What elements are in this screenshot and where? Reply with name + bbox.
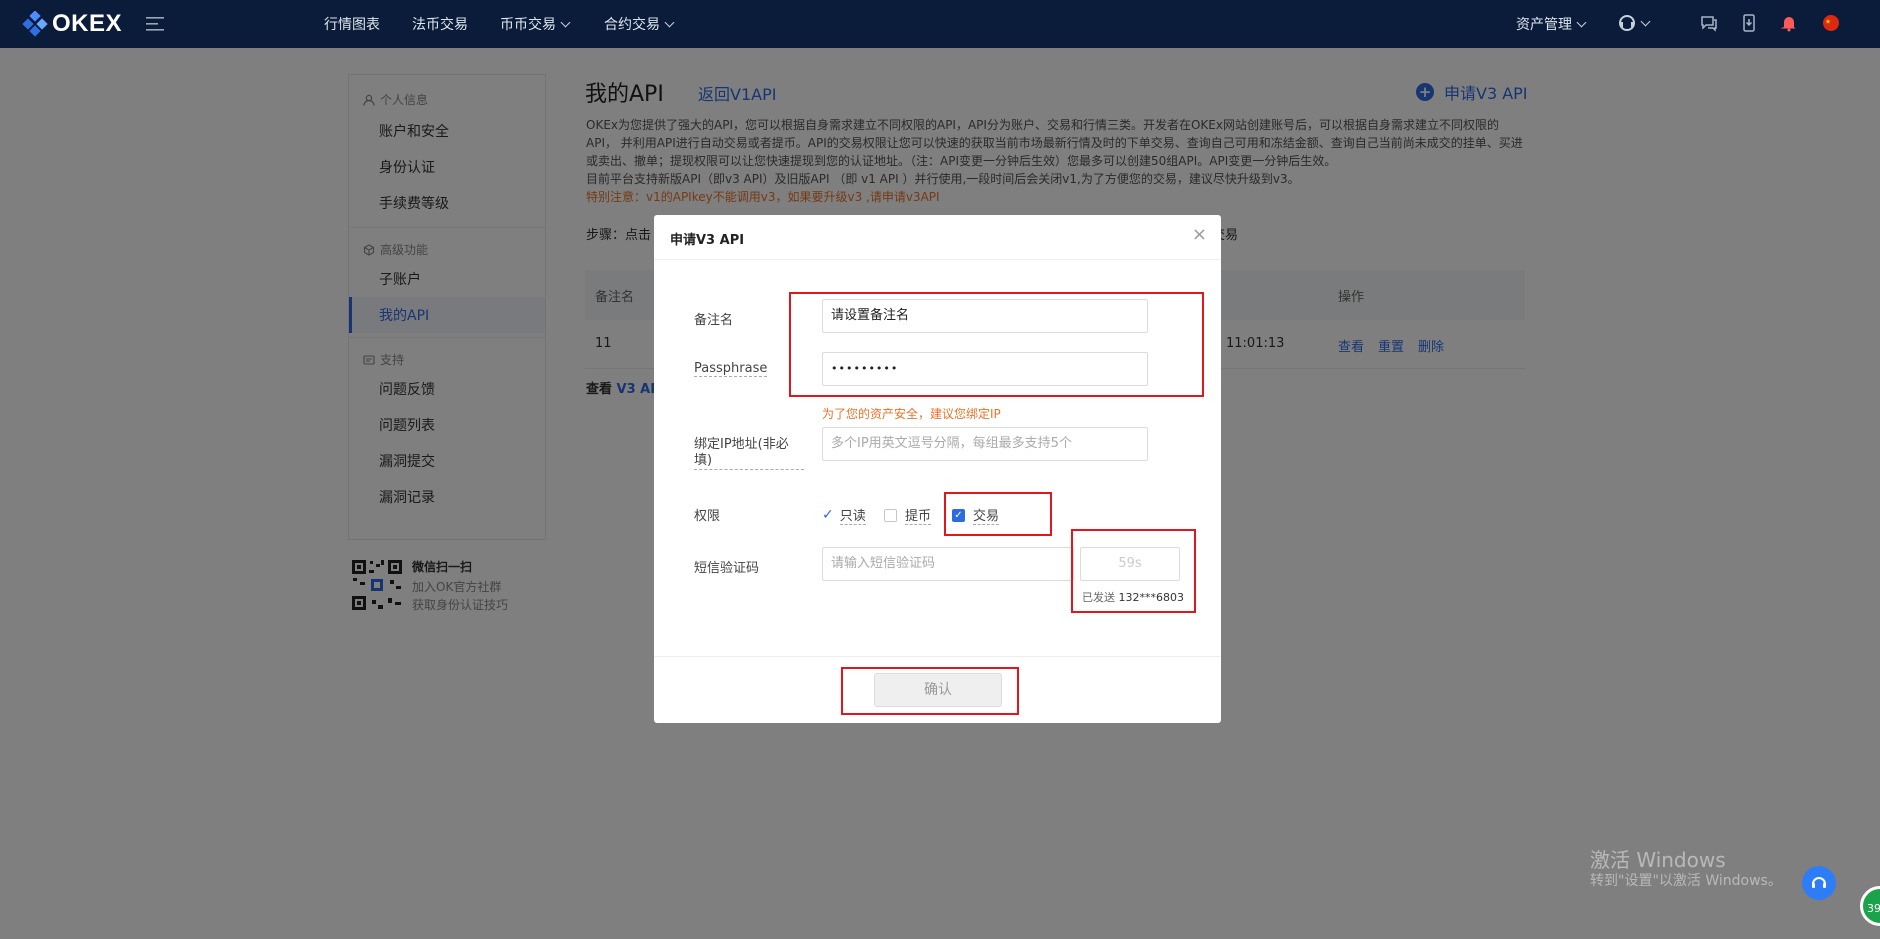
chevron-down-icon bbox=[1640, 16, 1651, 26]
close-icon[interactable]: × bbox=[1192, 224, 1207, 245]
headset-icon bbox=[1812, 877, 1826, 888]
ip-binding-hint: 为了您的资产安全，建议您绑定IP bbox=[822, 407, 1001, 421]
chat-icon[interactable] bbox=[1700, 14, 1718, 32]
language-flag-icon[interactable] bbox=[1822, 14, 1840, 32]
okex-logo[interactable]: OKEX bbox=[22, 10, 122, 38]
menu-icon[interactable] bbox=[146, 16, 164, 32]
nav-market-chart[interactable]: 行情图表 bbox=[324, 14, 380, 34]
nav-spot-trading[interactable]: 币币交易 bbox=[500, 14, 571, 34]
sms-code-input[interactable]: 请输入短信验证码 bbox=[822, 547, 1074, 581]
highlight-box-name-passphrase bbox=[789, 292, 1204, 397]
highlight-box-sms-code bbox=[1071, 529, 1196, 613]
label-permission: 权限 bbox=[694, 509, 721, 524]
label-ip-address: 绑定IP地址(非必填) bbox=[694, 437, 804, 470]
nav-fiat-trading[interactable]: 法币交易 bbox=[412, 14, 468, 34]
logo-text: OKEX bbox=[52, 10, 123, 37]
windows-activation-watermark: 激活 Windows bbox=[1590, 848, 1726, 872]
okex-logo-icon bbox=[22, 11, 48, 37]
top-nav: OKEX 行情图表 法币交易 币币交易 合约交易 资产管理 bbox=[0, 0, 1880, 48]
label-passphrase: Passphrase bbox=[694, 361, 768, 377]
windows-activation-watermark-sub: 转到"设置"以激活 Windows。 bbox=[1590, 873, 1782, 889]
checkmark-icon: ✓ bbox=[822, 507, 834, 523]
nav-asset-management[interactable]: 资产管理 bbox=[1516, 14, 1587, 34]
perm-read-option[interactable]: ✓ 只读 bbox=[822, 505, 866, 525]
perm-withdraw-option[interactable]: 提币 bbox=[884, 505, 932, 525]
download-app-icon[interactable] bbox=[1740, 14, 1758, 32]
customer-support-button[interactable] bbox=[1802, 866, 1836, 900]
dialog-footer-divider bbox=[654, 656, 1221, 657]
label-remark-name: 备注名 bbox=[694, 313, 734, 328]
nav-futures-trading[interactable]: 合约交易 bbox=[604, 14, 675, 34]
highlight-box-trade-permission bbox=[944, 492, 1052, 536]
ip-address-input[interactable]: 多个IP用英文逗号分隔，每组最多支持5个 bbox=[822, 427, 1148, 461]
chevron-down-icon bbox=[664, 17, 675, 27]
highlight-box-confirm bbox=[841, 667, 1019, 715]
user-headset-icon bbox=[1619, 15, 1635, 31]
dialog-header-divider bbox=[654, 259, 1221, 260]
chevron-down-icon bbox=[560, 17, 571, 27]
chevron-down-icon bbox=[1576, 17, 1587, 27]
nav-user-menu[interactable] bbox=[1618, 14, 1651, 32]
label-sms-code: 短信验证码 bbox=[694, 561, 760, 576]
notification-bell-icon[interactable] bbox=[1780, 14, 1798, 32]
dialog-title: 申请V3 API bbox=[670, 233, 745, 248]
withdraw-checkbox[interactable] bbox=[884, 508, 897, 522]
